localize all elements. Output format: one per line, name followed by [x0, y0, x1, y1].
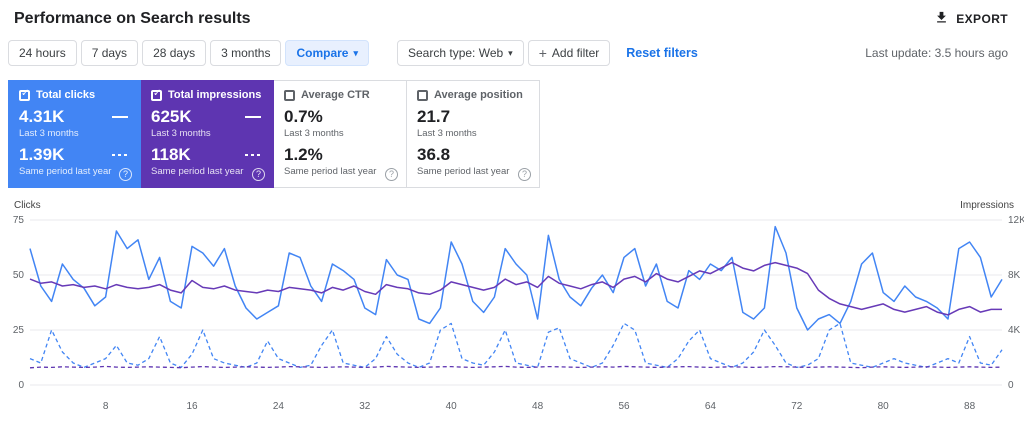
last-update-text: Last update: 3.5 hours ago — [865, 46, 1008, 60]
line-chart[interactable]: 0 0 25 4K 50 8K 75 12K 8 16 24 32 40 48 56 64 72 80 88 — [0, 214, 1024, 432]
metric-value: 21.7 — [417, 107, 451, 126]
svg-text:8: 8 — [103, 401, 109, 412]
svg-text:8K: 8K — [1008, 270, 1021, 281]
svg-text:72: 72 — [791, 401, 803, 412]
chevron-down-icon: ▾ — [353, 47, 358, 58]
help-icon[interactable]: ? — [252, 168, 265, 181]
svg-text:4K: 4K — [1008, 325, 1021, 336]
date-range-24-hours[interactable]: 24 hours — [8, 40, 77, 66]
date-range-7-days[interactable]: 7 days — [80, 40, 139, 66]
help-icon[interactable]: ? — [385, 168, 398, 181]
reset-filters-link[interactable]: Reset filters — [626, 46, 698, 60]
export-label: EXPORT — [956, 12, 1008, 26]
svg-text:12K: 12K — [1008, 215, 1024, 226]
svg-text:32: 32 — [359, 401, 371, 412]
metric-value: 625K — [151, 107, 192, 126]
svg-text:50: 50 — [13, 270, 25, 281]
svg-text:56: 56 — [618, 401, 630, 412]
right-axis-title: Impressions — [960, 200, 1014, 211]
export-button[interactable]: EXPORT — [934, 10, 1008, 28]
total-clicks-checkbox[interactable] — [19, 88, 30, 101]
svg-text:48: 48 — [532, 401, 544, 412]
metric-value: 1.2% — [284, 145, 323, 164]
dashed-line-icon — [112, 154, 128, 156]
date-range-28-days[interactable]: 28 days — [142, 40, 207, 66]
plus-icon: + — [538, 45, 547, 61]
metric-card-total-clicks[interactable]: Total clicks 4.31K Last 3 months 1.39K S… — [8, 80, 141, 188]
search-type-dropdown[interactable]: Search type: Web ▾ — [397, 40, 524, 66]
average-ctr-checkbox[interactable] — [284, 89, 295, 101]
download-icon — [934, 10, 949, 28]
total-impressions-checkbox[interactable] — [151, 88, 162, 101]
dashed-line-icon — [245, 154, 261, 156]
svg-text:64: 64 — [705, 401, 717, 412]
svg-text:0: 0 — [1008, 380, 1014, 391]
chevron-down-icon: ▾ — [508, 47, 513, 58]
solid-line-icon — [245, 116, 261, 118]
performance-chart[interactable]: Clicks Impressions 0 0 25 4K 50 8K 75 12K 8 16 24 3… — [0, 200, 1024, 435]
svg-text:16: 16 — [186, 401, 198, 412]
metric-card-average-ctr[interactable]: Average CTR 0.7% Last 3 months 1.2% Same… — [274, 80, 407, 188]
page-header: Performance on Search results EXPORT — [0, 0, 1024, 32]
svg-text:80: 80 — [878, 401, 890, 412]
svg-text:88: 88 — [964, 401, 976, 412]
svg-text:24: 24 — [273, 401, 285, 412]
metric-value: 1.39K — [19, 145, 65, 164]
metric-card-average-position[interactable]: Average position 21.7 Last 3 months 36.8… — [407, 80, 540, 188]
page-title: Performance on Search results — [14, 10, 251, 27]
add-filter-button[interactable]: + Add filter — [527, 40, 611, 66]
svg-text:0: 0 — [18, 380, 24, 391]
metric-cards: Total clicks 4.31K Last 3 months 1.39K S… — [8, 80, 1024, 188]
metric-value: 0.7% — [284, 107, 323, 126]
metric-card-total-impressions[interactable]: Total impressions 625K Last 3 months 118… — [141, 80, 274, 188]
help-icon[interactable]: ? — [518, 168, 531, 181]
metric-value: 118K — [151, 145, 191, 164]
filter-bar: 24 hours 7 days 28 days 3 months Compare… — [0, 32, 1024, 66]
date-range-3-months[interactable]: 3 months — [210, 40, 282, 66]
help-icon[interactable]: ? — [119, 168, 132, 181]
compare-button[interactable]: Compare ▾ — [285, 40, 369, 66]
left-axis-title: Clicks — [14, 200, 41, 211]
svg-text:75: 75 — [13, 215, 25, 226]
svg-text:40: 40 — [446, 401, 458, 412]
svg-text:25: 25 — [13, 325, 25, 336]
average-position-checkbox[interactable] — [417, 89, 428, 101]
solid-line-icon — [112, 116, 128, 118]
metric-value: 4.31K — [19, 107, 65, 126]
metric-value: 36.8 — [417, 145, 451, 164]
